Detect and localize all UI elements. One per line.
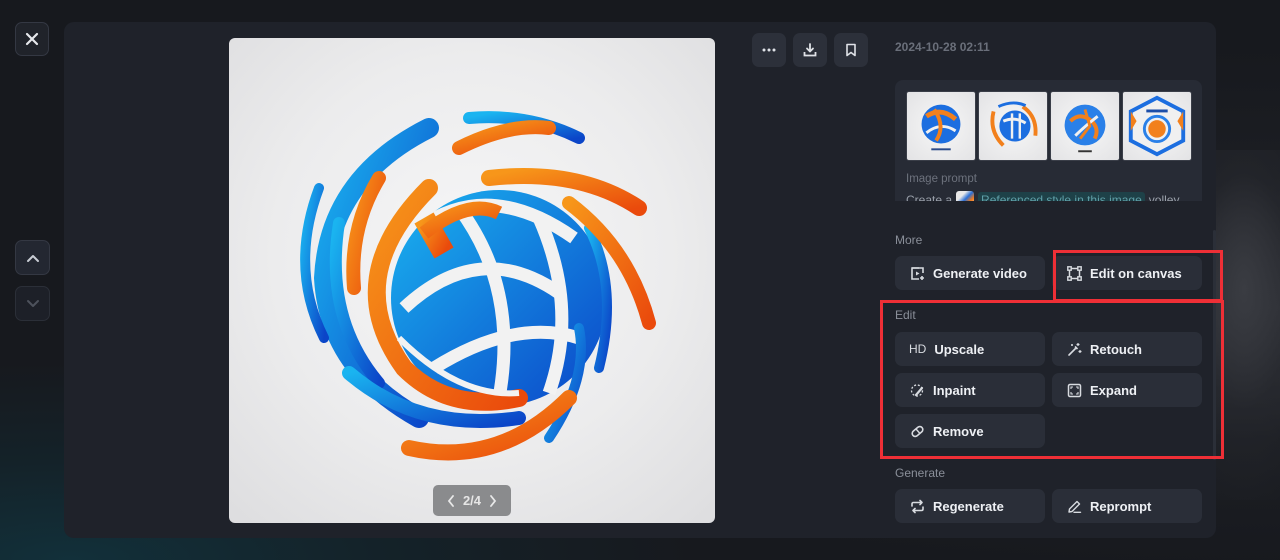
pager-prev-button[interactable]	[447, 494, 455, 507]
bookmark-icon	[846, 43, 856, 57]
download-icon	[803, 43, 817, 57]
chevron-right-icon	[490, 494, 497, 507]
reprompt-button[interactable]: Reprompt	[1052, 489, 1202, 523]
retouch-label: Retouch	[1090, 341, 1142, 357]
canvas-edit-icon	[1066, 265, 1082, 281]
details-scrollbar[interactable]	[1213, 230, 1216, 460]
pager-next-button[interactable]	[489, 494, 497, 507]
image-pager: 2/4	[433, 485, 511, 516]
prompt-suffix: volley	[1148, 192, 1180, 202]
chevron-up-icon	[26, 254, 39, 262]
image-prompt-label: Image prompt	[906, 173, 977, 185]
thumbnail-1[interactable]	[906, 91, 976, 161]
previous-image-button[interactable]	[15, 240, 50, 275]
repeat-icon	[909, 498, 925, 514]
regenerate-button[interactable]: Regenerate	[895, 489, 1045, 523]
video-plus-icon	[909, 265, 925, 281]
more-options-button[interactable]	[752, 33, 786, 67]
reprompt-label: Reprompt	[1090, 498, 1152, 514]
image-prompt-text: Create a Referenced style in this image …	[906, 191, 1179, 201]
retouch-button[interactable]: Retouch	[1052, 332, 1202, 366]
chevron-left-icon	[447, 494, 454, 507]
prompt-prefix: Create a	[906, 192, 953, 202]
pencil-icon	[1066, 498, 1082, 514]
next-image-button[interactable]	[15, 286, 50, 321]
thumbnail-strip	[906, 91, 1192, 161]
pager-count: 2/4	[462, 493, 482, 508]
thumbnail-3[interactable]	[1050, 91, 1120, 161]
section-title-generate: Generate	[895, 466, 946, 480]
edit-on-canvas-button[interactable]: Edit on canvas	[1052, 256, 1202, 290]
thumbnail-art	[1064, 104, 1106, 153]
close-button[interactable]	[15, 22, 49, 56]
thumbnail-art	[921, 104, 961, 151]
magic-wand-icon	[1066, 341, 1082, 357]
section-title-more: More	[895, 233, 923, 247]
thumbnail-2[interactable]	[978, 91, 1048, 161]
expand-button[interactable]: Expand	[1052, 373, 1202, 407]
upscale-label: Upscale	[934, 341, 985, 357]
eraser-icon	[909, 423, 925, 439]
bookmark-button[interactable]	[834, 33, 868, 67]
section-title-edit: Edit	[895, 308, 916, 322]
regenerate-label: Regenerate	[933, 498, 1004, 514]
download-button[interactable]	[793, 33, 827, 67]
generate-video-button[interactable]: Generate video	[895, 256, 1045, 290]
remove-label: Remove	[933, 423, 984, 439]
inpaint-label: Inpaint	[933, 382, 976, 398]
thumbnail-4[interactable]	[1122, 91, 1192, 161]
expand-icon	[1066, 382, 1082, 398]
reference-style-chip[interactable]: Referenced style in this image	[978, 191, 1145, 201]
creation-timestamp: 2024-10-28 02:11	[895, 40, 990, 54]
volleyball-logo-art	[300, 111, 656, 461]
prompt-card: Image prompt Create a Referenced style i…	[895, 80, 1202, 201]
chevron-down-icon	[26, 299, 39, 307]
upscale-button[interactable]: HD Upscale	[895, 332, 1045, 366]
thumbnail-art	[990, 101, 1038, 147]
ellipsis-icon	[762, 48, 776, 52]
remove-button[interactable]: Remove	[895, 414, 1045, 448]
expand-label: Expand	[1090, 382, 1137, 398]
edit-on-canvas-label: Edit on canvas	[1090, 265, 1182, 281]
hd-icon: HD	[909, 342, 927, 356]
generated-image[interactable]	[229, 38, 715, 523]
close-icon	[25, 32, 39, 46]
reference-image-thumbnail[interactable]	[956, 191, 975, 201]
generate-video-label: Generate video	[933, 265, 1027, 281]
brush-lasso-icon	[909, 382, 925, 398]
inpaint-button[interactable]: Inpaint	[895, 373, 1045, 407]
thumbnail-art	[1128, 95, 1186, 157]
